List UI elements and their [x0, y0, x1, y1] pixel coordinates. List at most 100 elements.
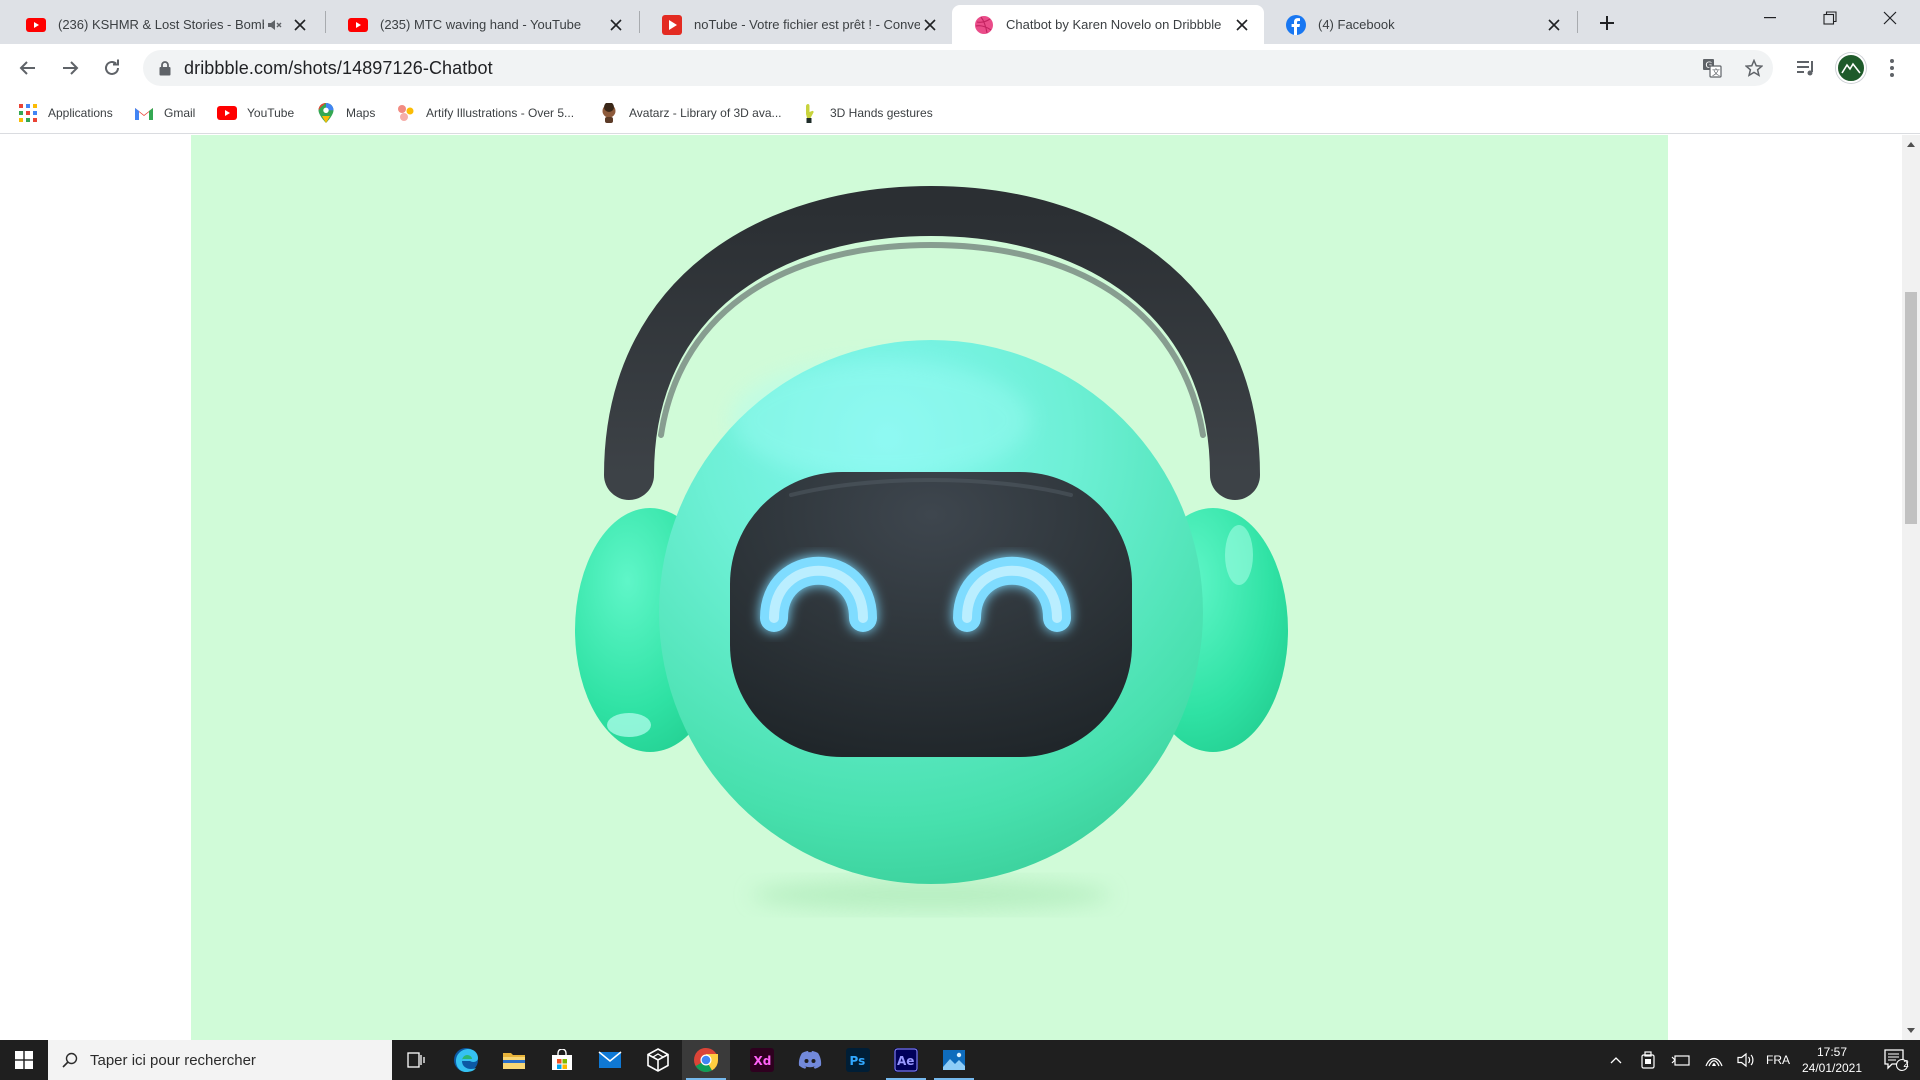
bookmark-avatarz[interactable]: Avatarz - Library of 3D ava...: [599, 101, 782, 125]
profile-avatar[interactable]: [1836, 53, 1866, 83]
media-controls-icon[interactable]: [1790, 52, 1822, 84]
clock-time: 17:57: [1816, 1045, 1848, 1059]
reload-button[interactable]: [96, 52, 128, 84]
tab-facebook[interactable]: (4) Facebook: [1264, 5, 1576, 44]
tab-title: noTube - Votre fichier est prêt ! - Conv…: [694, 17, 920, 32]
bookmark-label: Applications: [48, 106, 113, 120]
bookmark-label: Gmail: [164, 106, 196, 120]
chatbot-robot-illustration: [575, 185, 1288, 911]
bookmark-gmail[interactable]: Gmail: [134, 101, 195, 125]
facebook-icon: [1286, 14, 1306, 35]
dribbble-shot-image[interactable]: [191, 135, 1668, 1040]
system-clock[interactable]: 17:57 24/01/2021: [1790, 1044, 1874, 1076]
maps-icon: [316, 103, 336, 123]
scroll-up-arrow-icon[interactable]: [1902, 135, 1920, 153]
bookmark-label: 3D Hands gestures: [830, 106, 933, 120]
bookmark-artify[interactable]: Artify Illustrations - Over 5...: [396, 101, 574, 125]
bookmark-maps[interactable]: Maps: [316, 101, 375, 125]
tab-dribbble-chatbot[interactable]: Chatbot by Karen Novelo on Dribbble: [952, 5, 1264, 44]
bookmark-label: Avatarz - Library of 3D ava...: [629, 106, 782, 120]
menu-kebab-icon[interactable]: [1876, 52, 1908, 84]
chrome-icon[interactable]: [682, 1040, 730, 1080]
scroll-thumb[interactable]: [1905, 292, 1917, 524]
forward-button[interactable]: [54, 52, 86, 84]
dribbble-icon: [974, 15, 994, 35]
close-tab-icon[interactable]: [290, 15, 310, 35]
tab-separator: [1577, 11, 1578, 33]
youtube-icon: [217, 103, 237, 123]
translate-icon[interactable]: G文: [1696, 52, 1728, 84]
tab-title: Chatbot by Karen Novelo on Dribbble: [1006, 17, 1222, 32]
close-window-button[interactable]: [1860, 0, 1920, 36]
svg-text:Xd: Xd: [754, 1054, 772, 1068]
notube-icon: [662, 14, 682, 35]
svg-text:Ps: Ps: [850, 1054, 866, 1068]
muted-speaker-icon[interactable]: [264, 15, 284, 35]
file-explorer-icon[interactable]: [490, 1040, 538, 1080]
scroll-down-arrow-icon[interactable]: [1902, 1022, 1920, 1040]
address-bar[interactable]: dribbble.com/shots/14897126-Chatbot: [143, 50, 1773, 86]
battery-charging-icon[interactable]: [1668, 1040, 1694, 1080]
discord-icon[interactable]: [786, 1040, 834, 1080]
svg-text:文: 文: [1712, 67, 1720, 77]
tab-title: (4) Facebook: [1318, 17, 1395, 32]
url-text[interactable]: dribbble.com/shots/14897126-Chatbot: [184, 58, 493, 79]
page-scrollbar[interactable]: [1902, 135, 1920, 1040]
3d-viewer-icon[interactable]: [634, 1040, 682, 1080]
hand-icon: [800, 103, 820, 123]
browser-toolbar: dribbble.com/shots/14897126-Chatbot G文: [0, 44, 1920, 92]
bookmark-label: Artify Illustrations - Over 5...: [426, 106, 575, 120]
new-tab-button[interactable]: [1594, 10, 1620, 36]
after-effects-icon[interactable]: Ae: [882, 1040, 930, 1080]
search-icon: [62, 1052, 78, 1068]
start-button[interactable]: [0, 1040, 48, 1080]
bookmark-star-icon[interactable]: [1738, 52, 1770, 84]
apps-grid-icon: [18, 103, 38, 123]
microsoft-store-icon[interactable]: [538, 1040, 586, 1080]
taskbar-search-box[interactable]: Taper ici pour rechercher: [48, 1040, 392, 1080]
bookmark-applications[interactable]: Applications: [18, 101, 113, 125]
bookmark-label: YouTube: [247, 106, 295, 120]
clock-date: 24/01/2021: [1801, 1061, 1863, 1075]
photos-icon[interactable]: [930, 1040, 978, 1080]
artify-icon: [396, 103, 416, 123]
windows-taskbar: Taper ici pour rechercher Xd Ps Ae FRA 1…: [0, 1040, 1920, 1080]
page-viewport[interactable]: [0, 135, 1902, 1040]
bookmark-youtube[interactable]: YouTube: [217, 101, 294, 125]
wifi-icon[interactable]: [1702, 1040, 1726, 1080]
tab-mtc-waving-hand[interactable]: (235) MTC waving hand - YouTube: [326, 5, 638, 44]
adobe-xd-icon[interactable]: Xd: [738, 1040, 786, 1080]
mail-icon[interactable]: [586, 1040, 634, 1080]
notification-count-badge: 2: [1903, 1059, 1909, 1070]
close-tab-icon[interactable]: [920, 15, 940, 35]
back-button[interactable]: [12, 52, 44, 84]
tab-strip: (236) KSHMR & Lost Stories - Bombay (235…: [0, 0, 1920, 44]
tab-kshmr[interactable]: (236) KSHMR & Lost Stories - Bombay: [4, 5, 322, 44]
youtube-icon: [348, 15, 368, 35]
show-hidden-icons-chevron-icon[interactable]: [1604, 1040, 1628, 1080]
avatarz-icon: [599, 103, 619, 123]
youtube-icon: [26, 15, 46, 35]
speaker-volume-icon[interactable]: [1734, 1040, 1758, 1080]
tab-title: (235) MTC waving hand - YouTube: [380, 17, 582, 32]
search-placeholder: Taper ici pour rechercher: [90, 1051, 256, 1069]
close-tab-icon[interactable]: [1544, 15, 1564, 35]
restore-button[interactable]: [1800, 0, 1860, 36]
edge-icon[interactable]: [442, 1040, 490, 1080]
photoshop-icon[interactable]: Ps: [834, 1040, 882, 1080]
tab-notube[interactable]: noTube - Votre fichier est prêt ! - Conv…: [640, 5, 952, 44]
task-view-icon[interactable]: [392, 1040, 440, 1080]
minimize-button[interactable]: [1740, 0, 1800, 36]
device-icon[interactable]: [1636, 1040, 1660, 1080]
tab-title: (236) KSHMR & Lost Stories - Bombay: [58, 17, 264, 32]
gmail-icon: [134, 103, 154, 123]
close-tab-icon[interactable]: [606, 15, 626, 35]
action-center-button[interactable]: 2: [1876, 1040, 1916, 1080]
svg-text:Ae: Ae: [897, 1054, 914, 1068]
robot-visor: [730, 472, 1132, 757]
close-tab-icon[interactable]: [1232, 15, 1252, 35]
bookmark-3d-hands[interactable]: 3D Hands gestures: [800, 101, 933, 125]
bookmark-label: Maps: [346, 106, 376, 120]
bookmarks-bar: Applications Gmail YouTube Maps Artify I…: [0, 92, 1920, 134]
lock-icon[interactable]: [156, 59, 174, 77]
